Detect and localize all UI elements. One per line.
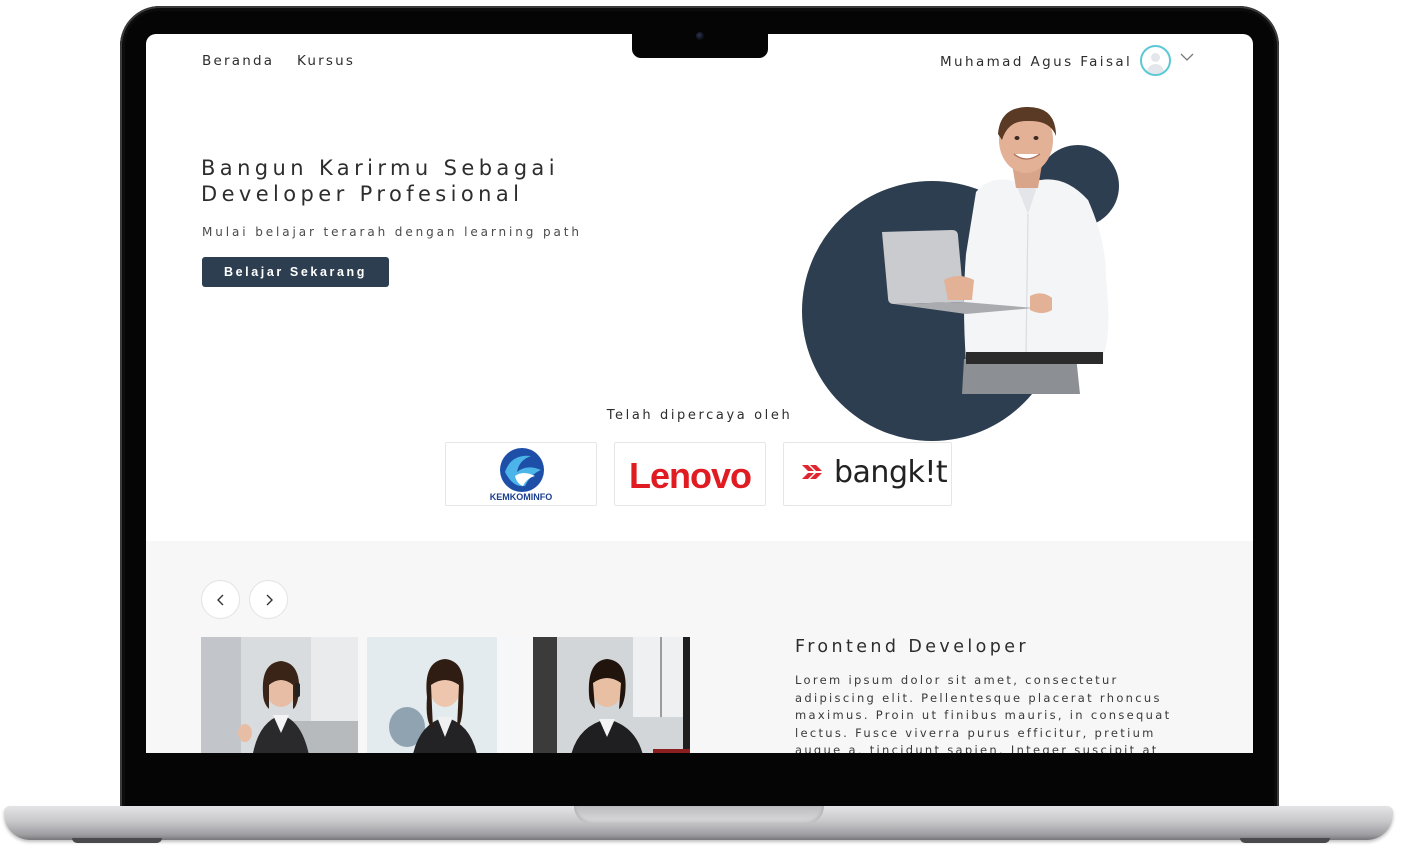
course-photo-1[interactable] <box>201 637 358 753</box>
belajar-sekarang-button[interactable]: Belajar Sekarang <box>202 257 389 287</box>
screen-notch <box>632 28 768 58</box>
hero-man-with-laptop-image <box>882 106 1109 394</box>
hero-subtitle: Mulai belajar terarah dengan learning pa… <box>202 225 582 239</box>
lenovo-wordmark: Lenovo <box>628 455 752 496</box>
user-name[interactable]: Muhamad Agus Faisal <box>940 54 1132 70</box>
chevron-left-icon <box>217 594 224 606</box>
laptop-foot-right <box>1240 838 1330 843</box>
avatar-body <box>1147 64 1164 74</box>
woman-at-desk-image <box>533 637 690 753</box>
chevron-right-icon <box>266 594 273 606</box>
laptop-foot-left <box>72 838 162 843</box>
course-section: Frontend Developer Lorem ipsum dolor sit… <box>146 541 1253 753</box>
bangkit-mark-icon <box>802 465 822 479</box>
trusted-by-label: Telah dipercaya oleh <box>606 408 793 423</box>
camera-icon <box>696 32 704 40</box>
bangkit-wordmark: bangk!t <box>834 455 948 490</box>
avatar-head <box>1151 53 1160 62</box>
course-description: Lorem ipsum dolor sit amet, consectetur … <box>795 673 1172 753</box>
carousel-prev-button[interactable] <box>201 580 240 619</box>
user-avatar-icon[interactable] <box>1140 45 1171 76</box>
laptop-screen: Beranda Kursus Muhamad Agus Faisal Bangu… <box>146 34 1253 753</box>
course-photo-3[interactable] <box>533 637 690 753</box>
woman-smiling-image <box>367 637 524 753</box>
hero-title: Bangun Karirmu Sebagai Developer Profesi… <box>201 156 559 206</box>
woman-on-phone-image <box>201 637 358 753</box>
course-photo-2[interactable] <box>367 637 524 753</box>
logo-kemkominfo: KEMKOMINFO <box>445 442 597 506</box>
nav-link-beranda[interactable]: Beranda <box>202 53 274 69</box>
course-title: Frontend Developer <box>795 637 1029 657</box>
kemkominfo-wordmark: KEMKOMINFO <box>489 492 553 502</box>
nav-link-kursus[interactable]: Kursus <box>297 53 355 69</box>
laptop-opening-notch <box>574 806 824 824</box>
kemkominfo-emblem-icon <box>500 448 544 492</box>
logo-bangkit: bangk!t <box>783 442 952 506</box>
chevron-down-icon[interactable] <box>1179 51 1195 63</box>
logo-lenovo: Lenovo <box>614 442 766 506</box>
carousel-next-button[interactable] <box>249 580 288 619</box>
